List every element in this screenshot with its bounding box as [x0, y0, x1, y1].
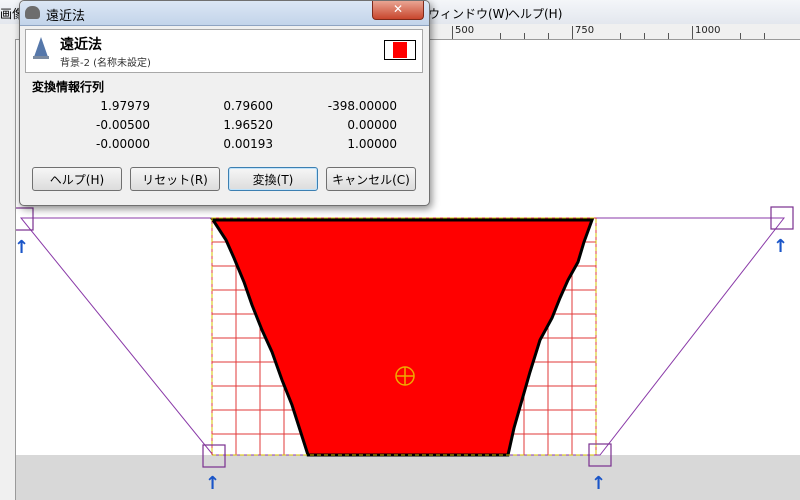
- reset-button[interactable]: リセット(R): [130, 167, 220, 191]
- vertical-ruler[interactable]: [0, 39, 16, 500]
- perspective-tool-icon-base: [33, 56, 49, 59]
- tool-name: 遠近法: [60, 37, 102, 53]
- matrix-row: 1.97979 0.79600 -398.00000: [40, 99, 420, 118]
- transform-matrix: 1.97979 0.79600 -398.00000 -0.00500 1.96…: [40, 99, 420, 156]
- transform-button[interactable]: 変換(T): [228, 167, 318, 191]
- arrow-up-icon: ↑: [16, 237, 29, 258]
- ruler-label-750: 750: [575, 25, 595, 36]
- ruler-tick: [548, 33, 549, 39]
- perspective-dialog: 遠近法 ✕ 遠近法 背景-2 (名称未設定) 変換情報行列 1.97979 0.…: [19, 0, 430, 206]
- matrix-cell: 0.00000: [347, 118, 397, 132]
- menu-windows[interactable]: ウィンドウ(W): [428, 5, 509, 22]
- matrix-cell: 0.79600: [223, 99, 273, 113]
- ruler-tick: [668, 33, 669, 39]
- matrix-cell: 1.97979: [100, 99, 150, 113]
- dialog-title: 遠近法: [46, 9, 86, 24]
- matrix-row: -0.00000 0.00193 1.00000: [40, 137, 420, 156]
- perspective-tool-icon: [34, 37, 48, 57]
- ruler-label-1000: 1000: [695, 25, 721, 36]
- matrix-cell: 1.96520: [223, 118, 273, 132]
- matrix-cell: -0.00500: [96, 118, 150, 132]
- gimp-icon: [25, 6, 40, 19]
- ruler-tick: [764, 33, 765, 39]
- matrix-row: -0.00500 1.96520 0.00000: [40, 118, 420, 137]
- matrix-cell: 1.00000: [347, 137, 397, 151]
- help-button[interactable]: ヘルプ(H): [32, 167, 122, 191]
- ruler-tick: [692, 26, 693, 39]
- matrix-cell: -398.00000: [327, 99, 397, 113]
- layer-info: 背景-2 (名称未設定): [60, 58, 151, 69]
- arrow-up-icon: ↑: [205, 473, 220, 494]
- ruler-tick: [740, 33, 741, 39]
- arrow-up-icon: ↑: [773, 236, 788, 257]
- dialog-titlebar[interactable]: 遠近法 ✕: [20, 1, 429, 26]
- ruler-tick: [644, 33, 645, 39]
- ruler-tick: [500, 33, 501, 39]
- matrix-cell: 0.00193: [223, 137, 273, 151]
- canvas-padding: [16, 455, 800, 500]
- tool-header: 遠近法 背景-2 (名称未設定): [25, 29, 423, 73]
- close-button[interactable]: ✕: [372, 1, 424, 20]
- arrow-up-icon: ↑: [591, 473, 606, 494]
- ruler-tick: [620, 33, 621, 39]
- ruler-tick: [452, 26, 453, 39]
- ruler-label-500: 500: [455, 25, 475, 36]
- matrix-section-title: 変換情報行列: [32, 80, 105, 94]
- menu-help[interactable]: ヘルプ(H): [508, 5, 562, 22]
- center-pivot-icon[interactable]: [395, 366, 415, 386]
- cancel-button[interactable]: キャンセル(C): [326, 167, 416, 191]
- ruler-tick: [572, 26, 573, 39]
- layer-preview-thumbnail: [384, 40, 416, 60]
- ruler-tick: [524, 33, 525, 39]
- matrix-cell: -0.00000: [96, 137, 150, 151]
- layer-preview-fill: [393, 42, 407, 58]
- close-icon: ✕: [392, 2, 404, 16]
